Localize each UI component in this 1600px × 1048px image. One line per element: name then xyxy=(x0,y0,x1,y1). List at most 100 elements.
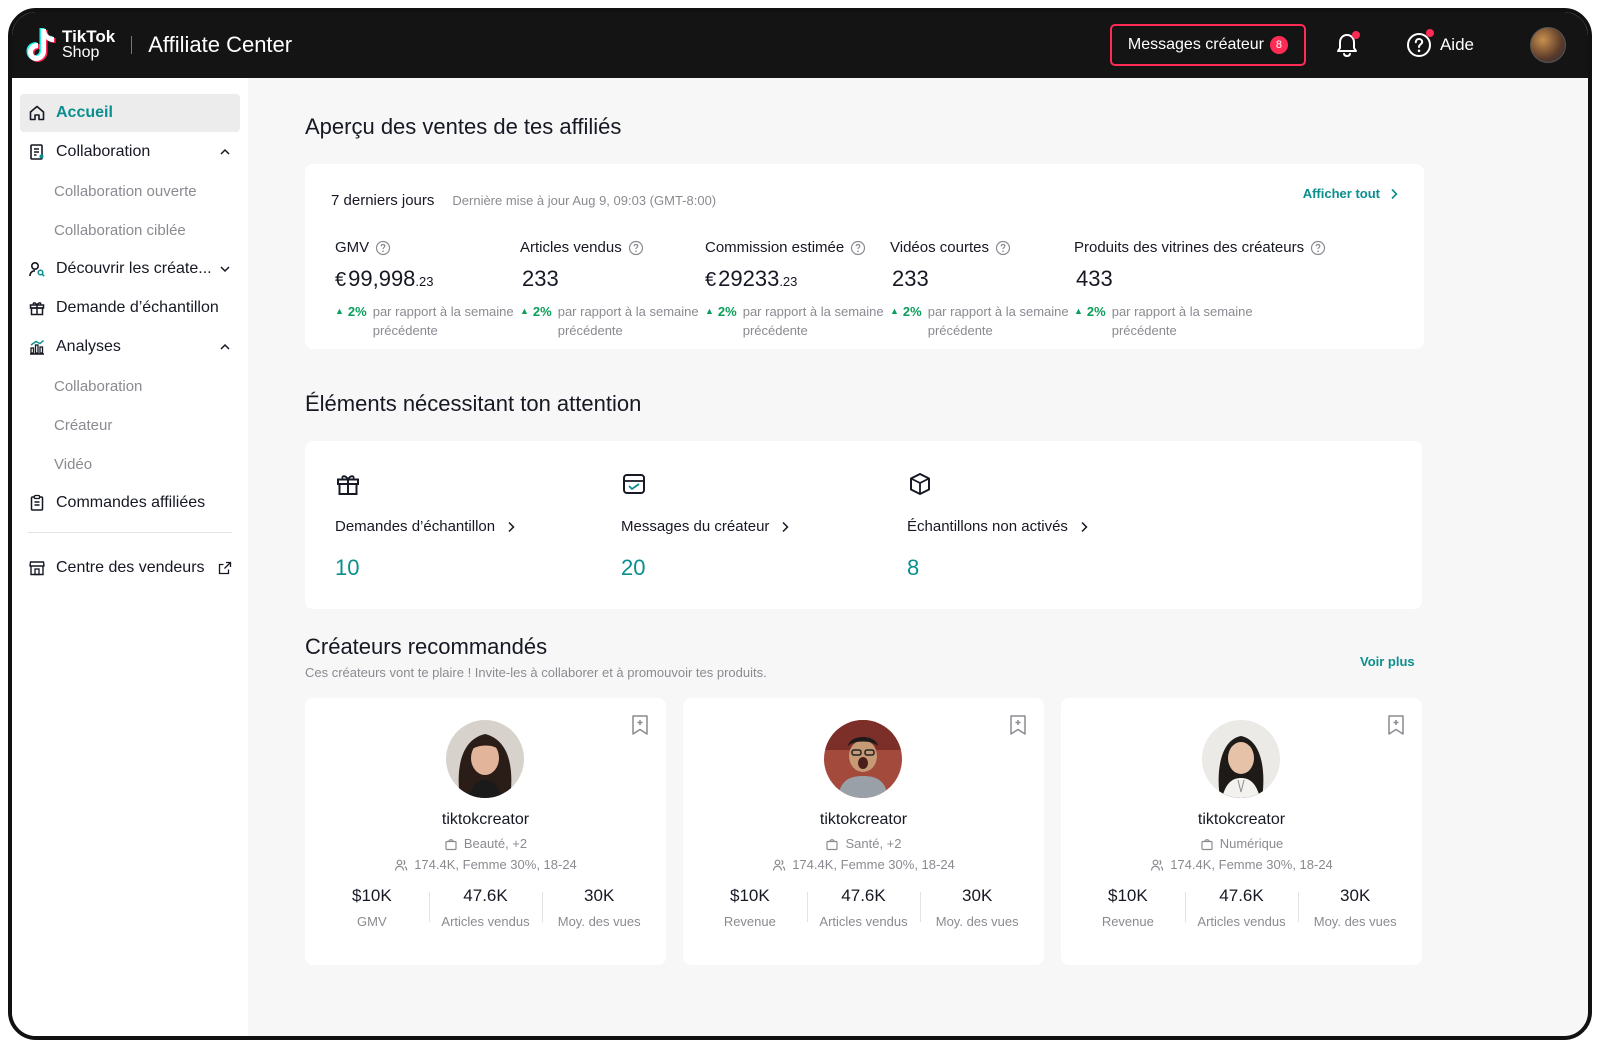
change-text: par rapport à la semaine précédente xyxy=(1111,304,1253,338)
info-icon[interactable] xyxy=(1310,240,1326,256)
sales-header: 7 derniers jours Dernière mise à jour Au… xyxy=(331,192,716,209)
tiktok-logo-icon xyxy=(26,28,56,62)
see-more-link[interactable]: Voir plus xyxy=(1360,654,1415,669)
stat-value: 30K xyxy=(1340,886,1371,905)
sidebar-item-label: Centre des vendeurs xyxy=(56,559,205,576)
home-icon xyxy=(29,105,45,121)
change-up: 2% xyxy=(520,302,552,340)
stat-label: Articles vendus xyxy=(441,914,530,929)
creator-stat: 47.6K Articles vendus xyxy=(428,886,543,929)
bookmark-add-icon[interactable] xyxy=(1008,714,1028,736)
stat-label: Articles vendus xyxy=(819,914,908,929)
metric-label: Articles vendus xyxy=(520,239,700,256)
creator-messages-label: Messages créateur xyxy=(1127,36,1264,53)
creator-avatar[interactable] xyxy=(824,720,902,798)
change-up: 2% xyxy=(335,302,367,340)
inbox-icon xyxy=(623,474,645,494)
creator-card[interactable]: tiktokcreator Beauté, +2 174.4K, Femme 3… xyxy=(305,698,666,965)
topbar-actions: Messages créateur 8 Aide xyxy=(1109,24,1566,66)
creator-avatar[interactable] xyxy=(1202,720,1280,798)
attention-count: 10 xyxy=(335,555,360,580)
notifications-button[interactable] xyxy=(1332,30,1362,60)
stat-label: Moy. des vues xyxy=(557,914,641,929)
recommended-creators-title: Créateurs recommandés xyxy=(305,634,548,659)
change-up: 2% xyxy=(1074,302,1106,340)
avatar-portrait-icon xyxy=(1202,720,1280,798)
creator-card[interactable]: tiktokcreator Numérique 174.4K, Femme 30… xyxy=(1061,698,1422,965)
sidebar-item-collaboration[interactable]: Collaboration xyxy=(20,133,240,171)
metric-showcase-products: Produits des vitrines des créateurs 433 … xyxy=(1074,239,1374,340)
date-range: 7 derniers jours xyxy=(331,192,435,209)
attention-creator-messages[interactable]: Messages du créateur 20 xyxy=(621,471,789,581)
info-icon[interactable] xyxy=(628,240,644,256)
change-up: 2% xyxy=(890,302,922,340)
store-icon xyxy=(29,561,45,576)
creator-messages-button[interactable]: Messages créateur 8 xyxy=(1109,24,1306,66)
metric-label-text: Vidéos courtes xyxy=(890,239,989,256)
sidebar-item-sample-request[interactable]: Demande d’échantillon xyxy=(20,289,240,327)
info-icon[interactable] xyxy=(375,240,391,256)
creator-stats: $10K Revenue 47.6K Articles vendus 30K Moy.… xyxy=(1071,886,1412,929)
see-all-label: Afficher tout xyxy=(1302,186,1380,201)
brand[interactable]: TikTok Shop xyxy=(26,27,115,63)
app-title: Affiliate Center xyxy=(148,32,293,57)
creator-audience: 174.4K, Femme 30%, 18-24 xyxy=(305,857,666,872)
sidebar-item-targeted-collaboration[interactable]: Collaboration ciblée xyxy=(20,211,240,249)
metric-label: Vidéos courtes xyxy=(890,239,1070,256)
currency-symbol: € xyxy=(705,269,717,291)
creator-stat: 47.6K Articles vendus xyxy=(806,886,921,929)
metric-value-decimals: .23 xyxy=(779,274,798,289)
sidebar-item-analytics-video[interactable]: Vidéo xyxy=(20,445,240,483)
metric-label: Commission estimée xyxy=(705,239,885,256)
attention-inactive-samples[interactable]: Échantillons non activés 8 xyxy=(907,471,1088,581)
stat-value: 30K xyxy=(962,886,993,905)
attention-count: 8 xyxy=(907,555,920,580)
stat-value: 47.6K xyxy=(841,886,886,905)
stat-value: $10K xyxy=(351,886,392,905)
sidebar-item-seller-center[interactable]: Centre des vendeurs xyxy=(20,549,240,587)
creator-name: tiktokcreator xyxy=(441,811,530,828)
creator-category-text: Numérique xyxy=(1219,836,1284,851)
creator-card[interactable]: tiktokcreator Santé, +2 174.4K, Femme 30… xyxy=(683,698,1044,965)
sidebar-item-home[interactable]: Accueil xyxy=(20,94,240,132)
sidebar-item-analytics-creator[interactable]: Créateur xyxy=(20,406,240,444)
creator-category-text: Santé, +2 xyxy=(845,836,902,851)
avatar-portrait-icon xyxy=(446,720,524,798)
sidebar-item-open-collaboration[interactable]: Collaboration ouverte xyxy=(20,172,240,210)
stat-value: 47.6K xyxy=(463,886,508,905)
brand-text: TikTok Shop xyxy=(62,28,115,61)
info-icon[interactable] xyxy=(850,240,866,256)
user-avatar[interactable] xyxy=(1530,27,1566,63)
attention-sample-requests[interactable]: Demandes d’échantillon 10 xyxy=(335,471,515,581)
sidebar-item-analytics-collaboration[interactable]: Collaboration xyxy=(20,367,240,405)
sidebar-item-discover-creators[interactable]: Découvrir les créate... xyxy=(20,250,240,288)
metric-value-decimals: .23 xyxy=(415,274,434,289)
creator-category: Beauté, +2 xyxy=(305,836,666,851)
attention-card: Demandes d’échantillon 10 Messages du cr… xyxy=(305,441,1422,609)
sidebar-item-affiliate-orders[interactable]: Commandes affiliées xyxy=(20,484,240,522)
bookmark-add-icon[interactable] xyxy=(1386,714,1406,736)
sidebar-item-analytics[interactable]: Analyses xyxy=(20,328,240,366)
chevron-right-icon xyxy=(1391,188,1398,199)
change-up: 2% xyxy=(705,302,737,340)
help-button[interactable]: Aide xyxy=(1406,29,1474,58)
bookmark-add-icon[interactable] xyxy=(630,714,650,736)
creator-avatar[interactable] xyxy=(446,720,524,798)
metric-label: Produits des vitrines des créateurs xyxy=(1074,239,1374,256)
messages-count-badge: 8 xyxy=(1269,36,1288,54)
external-link-icon xyxy=(218,561,232,575)
metric-change: 2%par rapport à la semaine précédente xyxy=(890,302,1070,340)
brand-line2: Shop xyxy=(62,44,100,61)
attention-label-text: Demandes d’échantillon xyxy=(335,518,496,535)
chevron-down-icon xyxy=(220,266,230,273)
stat-value: 47.6K xyxy=(1219,886,1264,905)
info-icon[interactable] xyxy=(995,240,1011,256)
users-icon xyxy=(773,859,786,871)
creator-audience-text: 174.4K, Femme 30%, 18-24 xyxy=(414,857,577,872)
shopping-bag-icon xyxy=(826,838,839,850)
sidebar-item-label: Découvrir les créate... xyxy=(56,260,212,277)
sidebar-item-label: Analyses xyxy=(56,338,121,355)
chevron-right-icon xyxy=(508,521,515,532)
see-all-link[interactable]: Afficher tout xyxy=(1303,186,1398,201)
stat-label: GMV xyxy=(357,914,387,929)
